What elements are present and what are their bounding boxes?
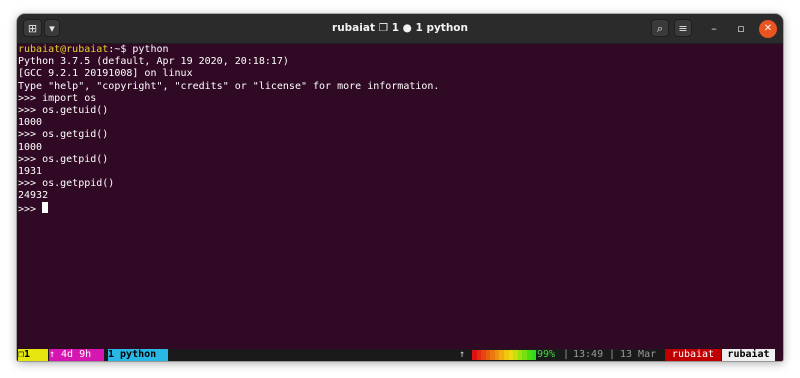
window-tab-python[interactable]: 1 python [108, 349, 168, 361]
terminal-line: Type "help", "copyright", "credits" or "… [18, 80, 440, 92]
username-segment: rubaiat [665, 349, 721, 361]
date: 13 Mar [620, 349, 657, 360]
prompt-command: :~$ python [108, 44, 169, 55]
titlebar: ⊞ ▾ rubaiat ❐ 1 ● 1 python ⌕ ≡ – ▫ ✕ [17, 14, 783, 44]
session-indicator[interactable]: ❐1 [18, 349, 48, 361]
hamburger-icon: ≡ [678, 22, 688, 35]
terminal-line: >>> import os [18, 92, 97, 104]
battery-gauge [472, 350, 537, 360]
tmux-status-bar: ❐1 ↑ 4d 9h 1 python ↑ 99% | 13:49 | 13 M… [17, 349, 775, 361]
search-icon: ⌕ [656, 22, 664, 35]
python-prompt: >>> [18, 204, 37, 216]
terminal-line: >>> os.getuid() [18, 104, 109, 116]
terminal-line: >>> os.getpid() [18, 153, 109, 165]
up-arrow-icon: ↑ [459, 349, 466, 360]
terminal-window: ⊞ ▾ rubaiat ❐ 1 ● 1 python ⌕ ≡ – ▫ ✕ rub… [17, 14, 783, 361]
battery-percent: 99% [537, 349, 556, 360]
terminal-input-line[interactable]: >>> [18, 202, 439, 216]
minimize-icon: – [711, 22, 717, 35]
search-button[interactable]: ⌕ [651, 19, 669, 37]
terminal-line: [GCC 9.2.1 20191008] on linux [18, 68, 193, 80]
hamburger-menu-button[interactable]: ≡ [674, 19, 692, 37]
maximize-button[interactable]: ▫ [732, 20, 750, 38]
uptime-indicator: ↑ 4d 9h [49, 349, 104, 361]
prompt-user: rubaiat@rubaiat [18, 44, 109, 55]
minimize-button[interactable]: – [705, 20, 723, 38]
terminal-line: 24932 [18, 190, 49, 202]
clock: 13:49 [573, 349, 604, 360]
terminal-line: >>> os.getppid() [18, 178, 115, 190]
close-button[interactable]: ✕ [759, 20, 777, 38]
hostname-segment: rubaiat [722, 349, 775, 361]
separator: | [609, 349, 616, 360]
terminal-line: 1000 [18, 141, 43, 153]
terminal-line: 1931 [18, 165, 43, 177]
terminal-line: 1000 [18, 117, 43, 129]
separator: | [563, 349, 570, 360]
scrollbar[interactable] [775, 44, 783, 361]
text-cursor [42, 202, 49, 214]
terminal-line: rubaiat@rubaiat:~$ python [18, 44, 439, 56]
close-icon: ✕ [763, 23, 773, 34]
terminal-area[interactable]: rubaiat@rubaiat:~$ python Python 3.7.5 (… [17, 44, 775, 361]
terminal-output: rubaiat@rubaiat:~$ python Python 3.7.5 (… [18, 44, 439, 215]
maximize-icon: ▫ [737, 22, 745, 35]
terminal-line: Python 3.7.5 (default, Apr 19 2020, 20:1… [18, 56, 289, 68]
terminal-line: >>> os.getgid() [18, 129, 109, 141]
